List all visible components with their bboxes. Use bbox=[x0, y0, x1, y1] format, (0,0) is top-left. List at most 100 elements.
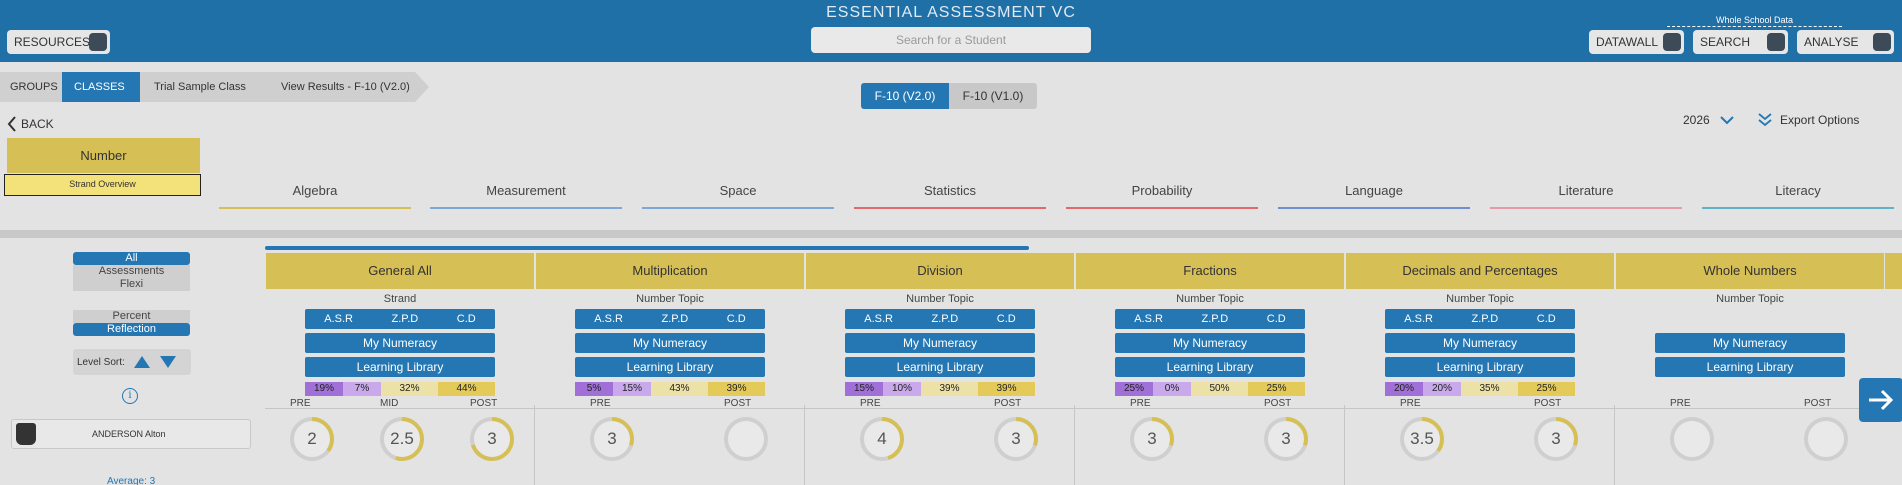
percent-segment: 39% bbox=[978, 382, 1035, 396]
zpd-button[interactable]: Z.P.D bbox=[1472, 313, 1499, 325]
my-numeracy-button[interactable]: My Numeracy bbox=[575, 333, 765, 353]
datawall-toggle[interactable] bbox=[1663, 33, 1681, 51]
learning-library-button[interactable]: Learning Library bbox=[1385, 357, 1575, 377]
cd-button[interactable]: C.D bbox=[1267, 313, 1286, 325]
analyse-toggle[interactable] bbox=[1873, 33, 1891, 51]
score-ring[interactable]: 3 bbox=[1532, 415, 1580, 463]
asr-zpd-cd-bar: A.S.R Z.P.D C.D bbox=[845, 309, 1035, 329]
topic-header[interactable]: Fractions bbox=[1076, 253, 1344, 289]
score-ring[interactable]: 3 bbox=[468, 415, 516, 463]
filter-flexi[interactable]: Flexi bbox=[73, 278, 190, 291]
my-numeracy-button[interactable]: My Numeracy bbox=[1655, 333, 1845, 353]
filter-reflection[interactable]: Reflection bbox=[73, 323, 190, 336]
resources-toggle[interactable] bbox=[89, 33, 107, 51]
top-bar: ESSENTIAL ASSESSMENT VC RESOURCES Whole … bbox=[0, 0, 1902, 62]
strand-tab-2[interactable]: Space bbox=[642, 183, 834, 209]
pre-label: PRE bbox=[290, 398, 311, 409]
learning-library-button[interactable]: Learning Library bbox=[1115, 357, 1305, 377]
strand-tab-4[interactable]: Probability bbox=[1066, 183, 1258, 209]
datawall-button[interactable]: DATAWALL bbox=[1589, 30, 1684, 54]
strand-tab-0[interactable]: Algebra bbox=[219, 183, 411, 209]
breadcrumb-class[interactable]: Trial Sample Class bbox=[140, 72, 265, 102]
back-button[interactable]: BACK bbox=[7, 116, 54, 132]
next-page-button[interactable] bbox=[1859, 378, 1902, 422]
column-separator bbox=[1614, 405, 1615, 485]
breadcrumb-groups[interactable]: GROUPS bbox=[0, 72, 62, 102]
zpd-button[interactable]: Z.P.D bbox=[662, 313, 689, 325]
filter-assessments[interactable]: Assessments bbox=[73, 265, 190, 278]
year-select[interactable]: 2026 bbox=[1683, 113, 1734, 127]
learning-library-button[interactable]: Learning Library bbox=[305, 357, 495, 377]
student-search-input[interactable] bbox=[811, 27, 1091, 53]
topic-header[interactable]: General All bbox=[266, 253, 534, 289]
strand-tab-5[interactable]: Language bbox=[1278, 183, 1470, 209]
search-button[interactable]: SEARCH bbox=[1693, 30, 1788, 54]
my-numeracy-button[interactable]: My Numeracy bbox=[845, 333, 1035, 353]
strand-tab-6[interactable]: Literature bbox=[1490, 183, 1682, 209]
my-numeracy-button[interactable]: My Numeracy bbox=[305, 333, 495, 353]
cd-button[interactable]: C.D bbox=[1537, 313, 1556, 325]
topic-header[interactable]: Decimals and Percentages bbox=[1346, 253, 1614, 289]
resources-button[interactable]: RESOURCES bbox=[7, 30, 110, 54]
score-ring[interactable]: 4 bbox=[858, 415, 906, 463]
asr-button[interactable]: A.S.R bbox=[324, 313, 353, 325]
score-ring[interactable]: 2.5 bbox=[378, 415, 426, 463]
score-ring[interactable]: 3.5 bbox=[1398, 415, 1446, 463]
zpd-button[interactable]: Z.P.D bbox=[1202, 313, 1229, 325]
score-ring[interactable] bbox=[1668, 415, 1716, 463]
score-value bbox=[1802, 415, 1850, 463]
breadcrumb-classes[interactable]: CLASSES bbox=[62, 72, 140, 102]
score-ring[interactable] bbox=[722, 415, 770, 463]
percent-segment: 25% bbox=[1115, 382, 1153, 396]
asr-button[interactable]: A.S.R bbox=[1404, 313, 1433, 325]
asr-button[interactable]: A.S.R bbox=[1134, 313, 1163, 325]
student-row[interactable]: ANDERSON Alton bbox=[11, 419, 251, 449]
strand-tab-1[interactable]: Measurement bbox=[430, 183, 622, 209]
learning-library-button[interactable]: Learning Library bbox=[575, 357, 765, 377]
percent-segment: 0% bbox=[1153, 382, 1191, 396]
cd-button[interactable]: C.D bbox=[997, 313, 1016, 325]
topic-actions: A.S.RZ.P.DC.DMy NumeracyLearning Library bbox=[1655, 309, 1845, 396]
version-v1-button[interactable]: F-10 (V1.0) bbox=[949, 83, 1037, 109]
analyse-button[interactable]: ANALYSE bbox=[1797, 30, 1894, 54]
post-label: POST bbox=[470, 398, 498, 409]
topic-header[interactable]: Multiplication bbox=[536, 253, 804, 289]
sort-down-icon[interactable] bbox=[159, 355, 177, 369]
score-ring[interactable]: 3 bbox=[992, 415, 1040, 463]
score-ring[interactable]: 3 bbox=[588, 415, 636, 463]
info-icon[interactable]: i bbox=[122, 388, 138, 404]
score-ring[interactable]: 3 bbox=[1128, 415, 1176, 463]
topic-header[interactable]: Whole Numbers bbox=[1616, 253, 1884, 289]
filter-percent[interactable]: Percent bbox=[73, 310, 190, 323]
cd-button[interactable]: C.D bbox=[727, 313, 746, 325]
strand-number-tab[interactable]: Number bbox=[7, 138, 200, 173]
scroll-progress bbox=[265, 246, 1029, 250]
learning-library-button[interactable]: Learning Library bbox=[845, 357, 1035, 377]
score-ring[interactable]: 2 bbox=[288, 415, 336, 463]
strand-overview-button[interactable]: Strand Overview bbox=[4, 174, 201, 196]
export-options-button[interactable]: Export Options bbox=[1758, 113, 1859, 127]
score-value: 3 bbox=[1011, 429, 1021, 448]
zpd-button[interactable]: Z.P.D bbox=[932, 313, 959, 325]
pre-post-labels: PRE POST bbox=[806, 398, 1074, 410]
topic-subtitle: Strand bbox=[383, 293, 417, 305]
search-toggle[interactable] bbox=[1767, 33, 1785, 51]
my-numeracy-button[interactable]: My Numeracy bbox=[1115, 333, 1305, 353]
learning-library-button[interactable]: Learning Library bbox=[1655, 357, 1845, 377]
topic-header[interactable]: Division bbox=[806, 253, 1074, 289]
post-label: POST bbox=[1264, 398, 1292, 409]
score-ring[interactable]: 3 bbox=[1262, 415, 1310, 463]
topic-subtitle: Number Topic bbox=[1716, 293, 1784, 305]
asr-button[interactable]: A.S.R bbox=[594, 313, 623, 325]
avatar bbox=[16, 423, 36, 445]
my-numeracy-button[interactable]: My Numeracy bbox=[1385, 333, 1575, 353]
zpd-button[interactable]: Z.P.D bbox=[392, 313, 419, 325]
strand-tab-7[interactable]: Literacy bbox=[1702, 183, 1894, 209]
version-v2-button[interactable]: F-10 (V2.0) bbox=[861, 83, 949, 109]
filter-all[interactable]: All bbox=[73, 252, 190, 265]
score-ring[interactable] bbox=[1802, 415, 1850, 463]
cd-button[interactable]: C.D bbox=[457, 313, 476, 325]
sort-up-icon[interactable] bbox=[133, 355, 151, 369]
strand-tab-3[interactable]: Statistics bbox=[854, 183, 1046, 209]
asr-button[interactable]: A.S.R bbox=[864, 313, 893, 325]
